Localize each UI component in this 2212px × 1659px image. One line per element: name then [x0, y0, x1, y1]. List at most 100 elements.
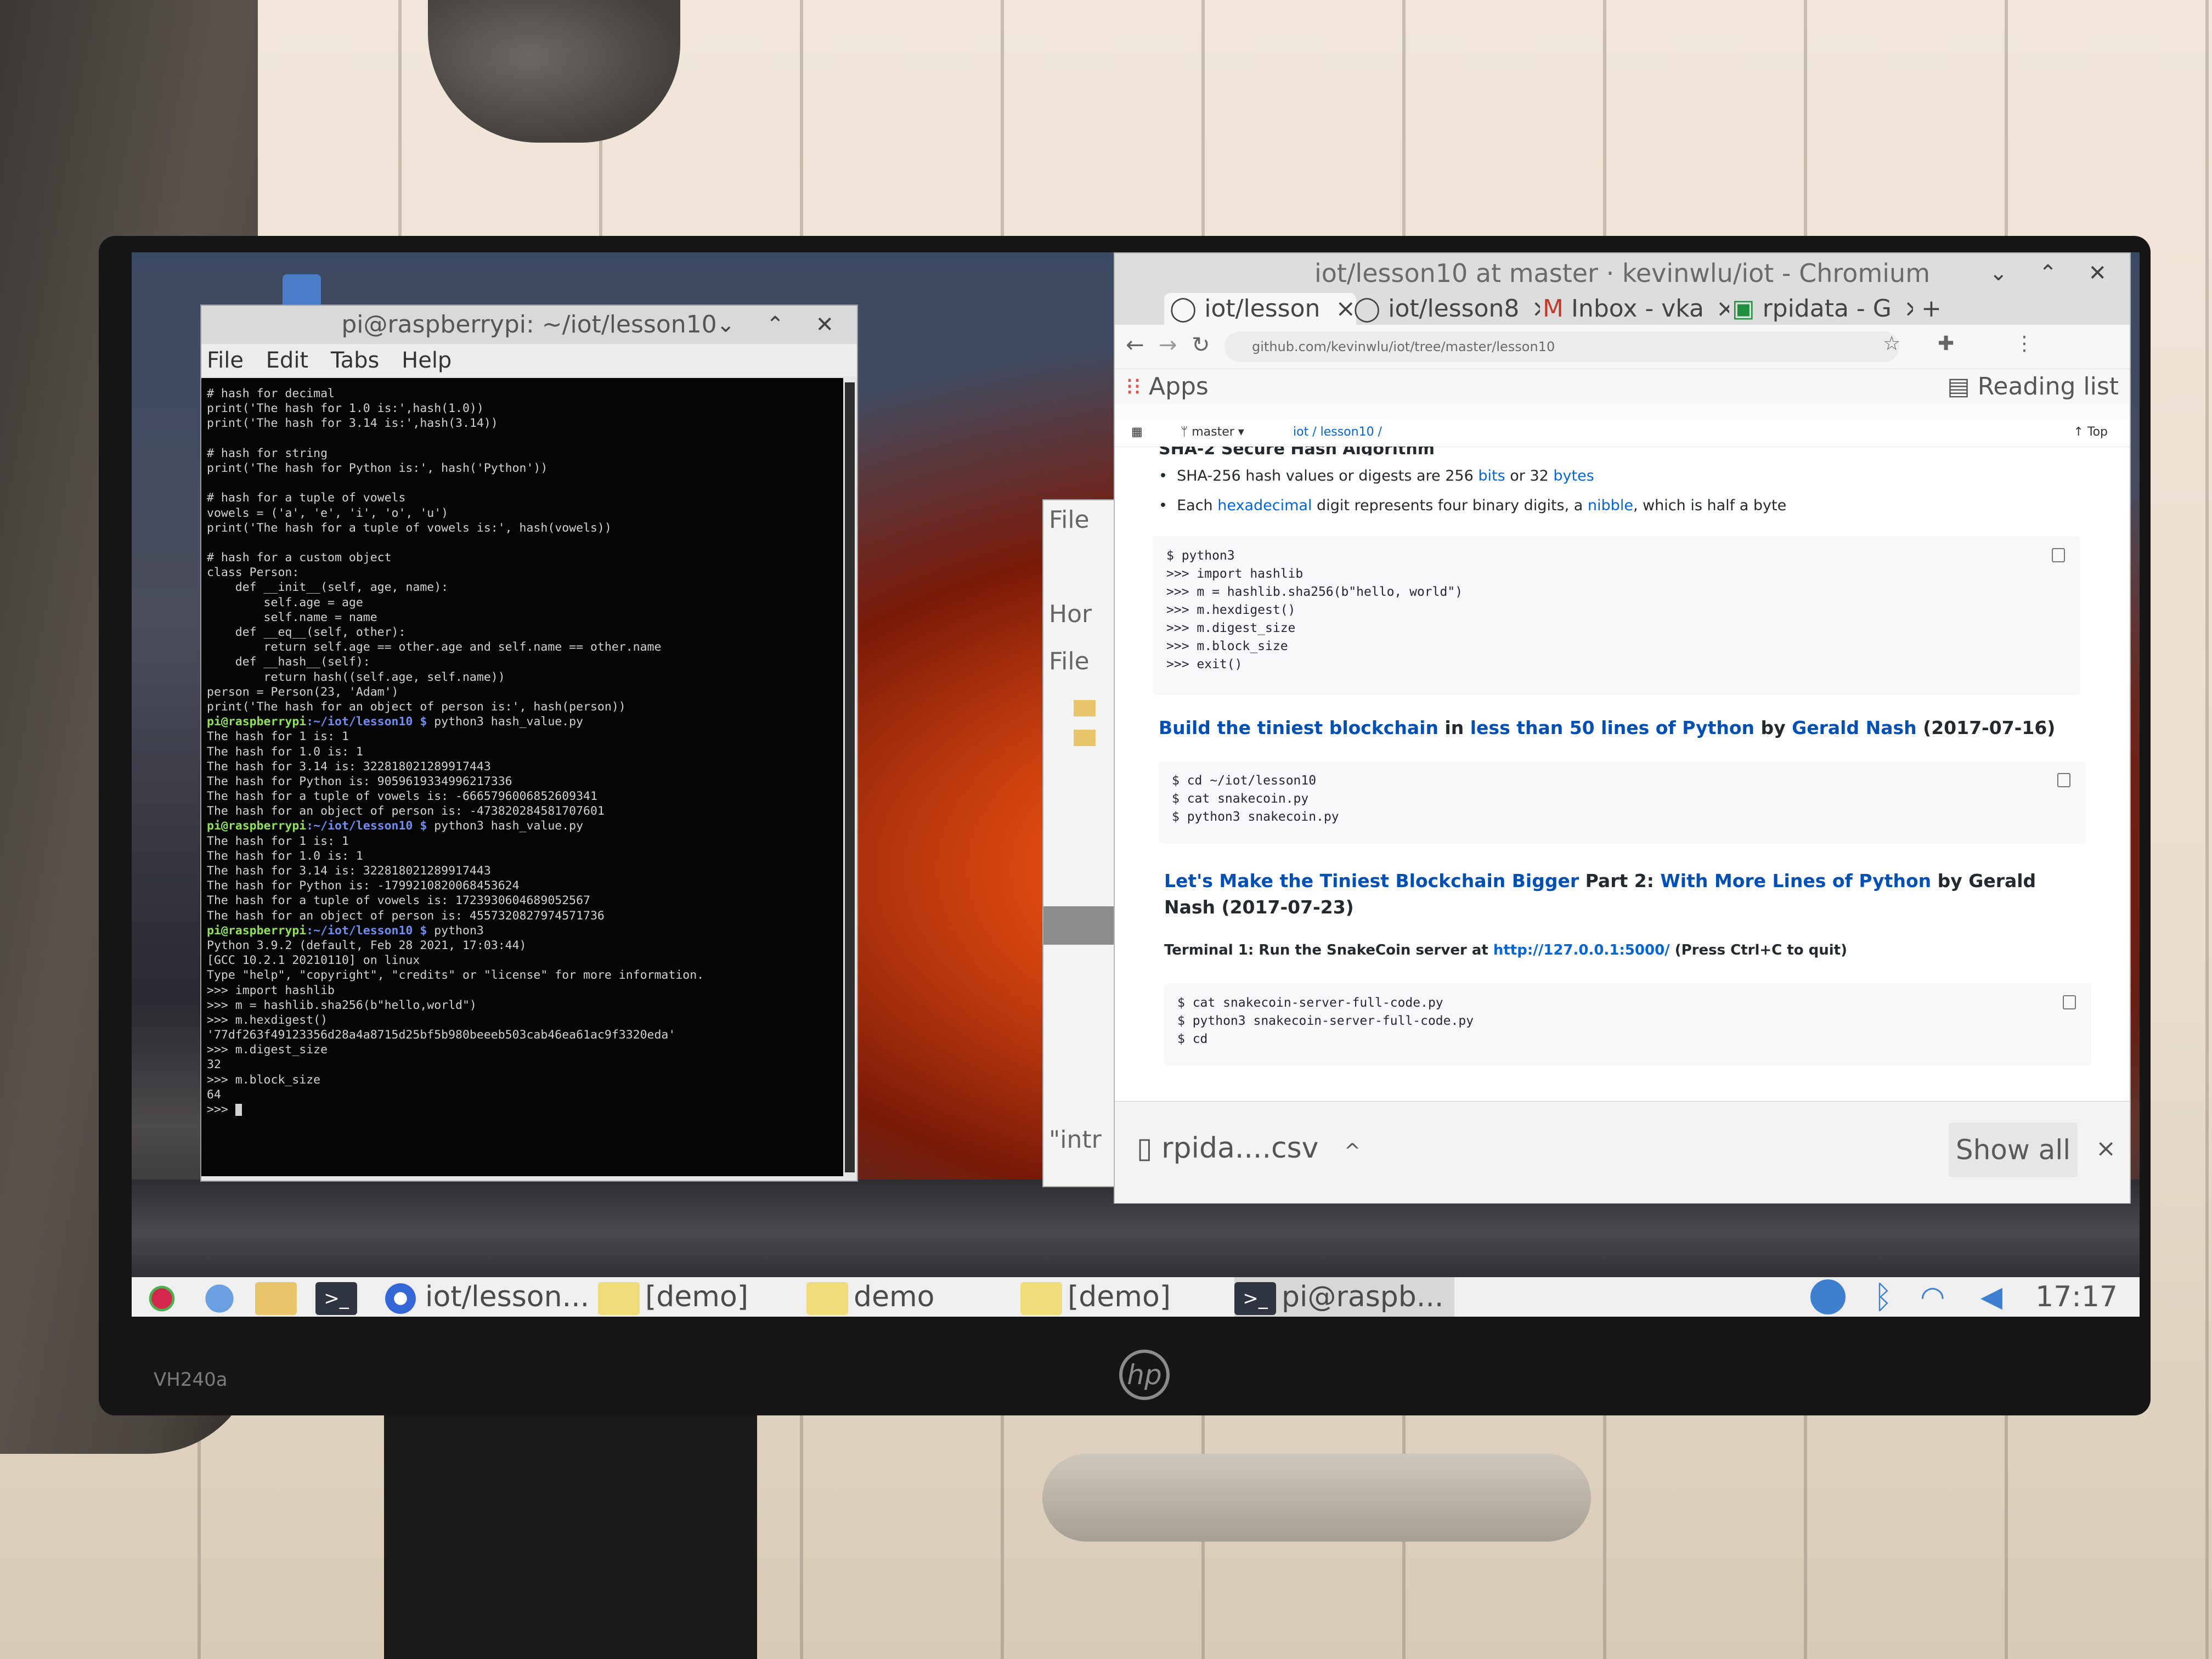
more-lines-of-python-link[interactable]: With More Lines of Python	[1660, 870, 1931, 891]
terminal-line: The hash for a tuple of vowels is: 17239…	[207, 894, 590, 908]
new-tab-button[interactable]: +	[1921, 293, 1949, 325]
terminal-line: The hash for 1.0 is: 1	[207, 744, 363, 759]
tab-close-icon[interactable]: ×	[1335, 295, 1356, 323]
menu-edit[interactable]: Edit	[266, 348, 308, 373]
copy-icon[interactable]	[2063, 995, 2076, 1009]
taskbar-demo-2[interactable]: demo	[806, 1277, 934, 1317]
tab-close-icon[interactable]: ×	[1904, 295, 1913, 323]
menu-tabs[interactable]: Tabs	[331, 348, 380, 373]
bits-link[interactable]: bits	[1478, 467, 1505, 484]
desktop-screen: W pi@raspberrypi: ~/iot/lesson10 ⌄ ⌃ ✕ F…	[132, 252, 2140, 1317]
terminal-titlebar[interactable]: pi@raspberrypi: ~/iot/lesson10 ⌄ ⌃ ✕	[201, 306, 857, 344]
terminal-line: self.age = age	[207, 595, 363, 610]
copy-icon[interactable]	[2057, 773, 2070, 787]
extensions-icon[interactable]: ✚	[1938, 332, 1954, 355]
taskbar-terminal[interactable]: >_ pi@raspb...	[1234, 1277, 1455, 1317]
volume-icon[interactable]: ◀	[1980, 1277, 2002, 1317]
less-than-50-lines-link[interactable]: less than 50 lines of Python	[1470, 717, 1754, 738]
terminal-line: >>> m = hashlib.sha256(b"hello,world")	[207, 998, 477, 1012]
terminal-line: 32	[207, 1058, 221, 1072]
reading-list[interactable]: ▤ Reading list	[1947, 369, 2119, 404]
taskbar: >_ iot/lesson... [demo] demo [demo] >_ pi…	[132, 1277, 2140, 1317]
monitor-arm	[1042, 1454, 1591, 1542]
code-line: >>> m.hexdigest()	[1166, 603, 1296, 617]
terminal-window[interactable]: pi@raspberrypi: ~/iot/lesson10 ⌄ ⌃ ✕ Fil…	[200, 304, 858, 1182]
tab-close-icon[interactable]: ×	[1716, 295, 1729, 323]
apps-bookmark[interactable]: ⁝⁝ Apps	[1126, 369, 1209, 404]
bullet-list: • SHA-256 hash values or digests are 256…	[1159, 467, 1786, 527]
terminal-scrollbar[interactable]	[845, 382, 855, 1172]
terminal-line: >>> m.hexdigest()	[207, 1013, 328, 1027]
code-line: >>> import hashlib	[1166, 567, 1304, 581]
repo-navigation-bar: ▦ ᛘ master ▾ iot / lesson10 / ↑ Top	[1115, 418, 2130, 447]
download-item[interactable]: ▯ rpida....csv ^	[1137, 1132, 1361, 1165]
taskbar-demo-3[interactable]: [demo]	[1020, 1277, 1171, 1317]
back-icon[interactable]: ←	[1126, 332, 1144, 358]
wifi-icon[interactable]: ◠	[1920, 1277, 1945, 1317]
github-icon: ◯	[1353, 295, 1389, 323]
terminal-line: # hash for a custom object	[207, 551, 392, 565]
menu-help[interactable]: Help	[402, 348, 452, 373]
tab-iot-lesson8[interactable]: ◯ iot/lesson8 ×	[1353, 293, 1540, 325]
gmail-icon: M	[1543, 295, 1571, 323]
terminal-prompt-line: pi@raspberrypi:~/iot/lesson10 $ python3	[207, 923, 484, 938]
forward-icon[interactable]: →	[1159, 332, 1177, 358]
window-controls[interactable]: ⌄ ⌃ ✕	[716, 306, 846, 344]
bytes-link[interactable]: bytes	[1553, 467, 1594, 484]
tiniest-blockchain-link[interactable]: Build the tiniest blockchain	[1159, 717, 1438, 738]
url-input[interactable]: github.com/kevinwlu/iot/tree/master/less…	[1224, 331, 1899, 362]
reload-icon[interactable]: ↻	[1192, 332, 1210, 358]
terminal-input-line[interactable]: >>>	[207, 1102, 838, 1117]
gerald-nash-link[interactable]: Gerald Nash	[1792, 717, 1916, 738]
terminal-line: The hash for an object of person is: -47…	[207, 804, 605, 819]
bookmark-star-icon[interactable]: ☆	[1883, 332, 1900, 355]
terminal-line: self.name = name	[207, 610, 377, 624]
hexadecimal-link[interactable]: hexadecimal	[1217, 497, 1312, 514]
terminal-line: def __hash__(self):	[207, 655, 370, 669]
clock[interactable]: 17:17	[2035, 1277, 2118, 1317]
top-link[interactable]: ↑ Top	[2073, 418, 2108, 447]
download-shelf: ▯ rpida....csv ^ Show all ×	[1115, 1101, 2130, 1203]
tab-strip: ◯ iot/lesson × ◯ iot/lesson8 × M Inbox -…	[1115, 293, 2130, 325]
terminal-line: print('The hash for an object of person …	[207, 699, 626, 714]
download-status-icon[interactable]	[1810, 1279, 1846, 1314]
terminal-line: The hash for 3.14 is: 322818021289917443	[207, 759, 491, 774]
menu-dots-icon[interactable]: ⋮	[2015, 332, 2034, 355]
file-manager-icon[interactable]	[255, 1277, 302, 1317]
tab-rpidata[interactable]: ▣ rpidata - G ×	[1732, 293, 1913, 325]
menu-file[interactable]: File	[207, 348, 244, 373]
bluetooth-icon[interactable]: ᛒ	[1874, 1277, 1893, 1317]
close-icon[interactable]: ×	[2096, 1135, 2116, 1163]
tiniest-blockchain-bigger-link[interactable]: Let's Make the Tiniest Blockchain Bigger	[1164, 870, 1579, 891]
tab-inbox[interactable]: M Inbox - vka ×	[1543, 293, 1729, 325]
breadcrumb[interactable]: iot / lesson10 /	[1293, 418, 1382, 447]
terminal-launcher-icon[interactable]: >_	[315, 1277, 363, 1317]
raspberry-menu-icon[interactable]	[143, 1277, 187, 1317]
taskbar-chromium[interactable]: iot/lesson...	[381, 1277, 589, 1317]
localhost-link[interactable]: http://127.0.0.1:5000/	[1493, 942, 1670, 958]
terminal-output[interactable]: # hash for decimal print('The hash for 1.…	[201, 378, 843, 1176]
tab-close-icon[interactable]: ×	[1531, 295, 1540, 323]
folder-icon[interactable]	[1074, 730, 1096, 746]
taskbar-demo-1[interactable]: [demo]	[598, 1277, 748, 1317]
text-cursor	[235, 1104, 242, 1116]
copy-icon[interactable]	[2052, 548, 2065, 562]
code-block-server: $ cat snakecoin-server-full-code.py $ pyt…	[1164, 983, 2091, 1065]
branch-selector[interactable]: ᛘ master ▾	[1181, 418, 1244, 447]
terminal-line: The hash for 1.0 is: 1	[207, 849, 363, 863]
show-all-button[interactable]: Show all	[1949, 1122, 2078, 1177]
code-line: $ cd	[1177, 1032, 1208, 1046]
web-browser-icon[interactable]	[200, 1277, 244, 1317]
chevron-up-icon[interactable]: ^	[1344, 1140, 1361, 1163]
nibble-link[interactable]: nibble	[1588, 497, 1633, 514]
terminal-line: The hash for Python is: -179921082006845…	[207, 879, 520, 893]
chromium-window[interactable]: iot/lesson10 at master · kevinwlu/iot - …	[1114, 252, 2131, 1204]
file-tree-icon[interactable]: ▦	[1131, 418, 1143, 447]
chromium-window-controls[interactable]: ⌄ ⌃ ✕	[1989, 253, 2119, 293]
tab-iot-lesson[interactable]: ◯ iot/lesson ×	[1164, 293, 1356, 325]
chromium-titlebar[interactable]: iot/lesson10 at master · kevinwlu/iot - …	[1115, 253, 2130, 293]
folder-icon[interactable]	[1074, 700, 1096, 716]
monitor-stand	[384, 1404, 757, 1659]
